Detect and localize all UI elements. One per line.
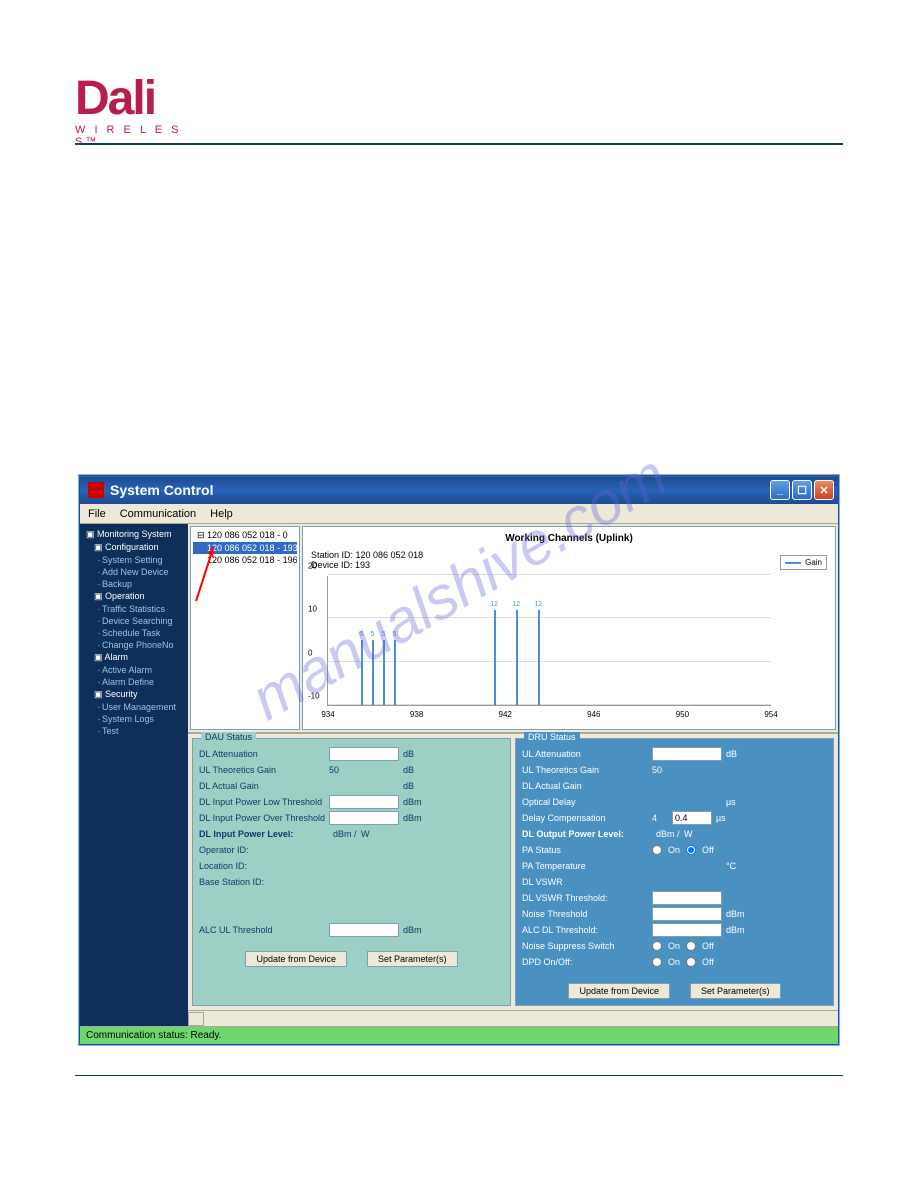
dru-alc-dl-label: ALC DL Threshold: [522, 925, 652, 935]
dru-dpd-off-radio[interactable] [686, 957, 696, 967]
dau-dl-low-input[interactable] [329, 795, 399, 809]
sidebar-system-logs[interactable]: ·System Logs [84, 713, 184, 725]
dru-optical-delay-label: Optical Delay [522, 797, 652, 807]
chart-station-id: Station ID: 120 086 052 018 [311, 550, 831, 560]
horizontal-scrollbar[interactable] [188, 1010, 838, 1026]
dru-ul-atten-input[interactable] [652, 747, 722, 761]
dru-pa-status-label: PA Status [522, 845, 652, 855]
dru-noise-off-radio[interactable] [686, 941, 696, 951]
dru-pa-on-radio[interactable] [652, 845, 662, 855]
dau-dl-over-input[interactable] [329, 811, 399, 825]
minimize-button[interactable]: _ [770, 480, 790, 500]
status-text: Communication status: Ready. [86, 1030, 221, 1041]
dru-update-button[interactable]: Update from Device [568, 983, 670, 999]
sidebar-test[interactable]: ·Test [84, 725, 184, 737]
app-window: System Control _ ☐ ✕ File Communication … [79, 475, 839, 1045]
menu-help[interactable]: Help [210, 508, 233, 520]
device-tree[interactable]: ⊟ 120 086 052 018 - 0 120 086 052 018 - … [190, 526, 300, 730]
dau-panel-title: DAU Status [201, 732, 256, 742]
dau-dl-low-label: DL Input Power Low Threshold [199, 797, 329, 807]
chart-area: Working Channels (Uplink) Station ID: 12… [302, 526, 836, 730]
dru-noise-thresh-input[interactable] [652, 907, 722, 921]
device-item[interactable]: ⊟ 120 086 052 018 - 0 [193, 529, 297, 542]
sidebar: ▣ Monitoring System ▣ Configuration ·Sys… [80, 524, 188, 1026]
chart-plot: -10010209349389429469509545555121212 [327, 576, 771, 706]
dru-dl-vswr-thresh-label: DL VSWR Threshold: [522, 893, 652, 903]
dru-noise-on-radio[interactable] [652, 941, 662, 951]
sidebar-operation[interactable]: ▣ Operation [84, 590, 184, 603]
dru-dpd-on-radio[interactable] [652, 957, 662, 967]
chart-legend: Gain [780, 555, 827, 570]
dru-dl-actual-label: DL Actual Gain [522, 781, 652, 791]
dru-noise-suppress-label: Noise Suppress Switch [522, 941, 652, 951]
sidebar-user-management[interactable]: ·User Management [84, 701, 184, 713]
sidebar-device-searching[interactable]: ·Device Searching [84, 615, 184, 627]
dau-dl-power-label: DL Input Power Level: [199, 829, 329, 839]
dru-panel: DRU Status UL AttenuationdB UL Theoretic… [515, 738, 834, 1006]
scroll-left-icon[interactable] [188, 1012, 204, 1026]
device-item[interactable]: 120 086 052 018 - 196 [193, 554, 297, 566]
dau-dl-atten-input[interactable] [329, 747, 399, 761]
sidebar-add-new-device[interactable]: ·Add New Device [84, 566, 184, 578]
dru-panel-title: DRU Status [524, 732, 580, 742]
sidebar-alarm-define[interactable]: ·Alarm Define [84, 676, 184, 688]
sidebar-change-phoneno[interactable]: ·Change PhoneNo [84, 639, 184, 651]
dau-alc-ul-input[interactable] [329, 923, 399, 937]
statusbar: Communication status: Ready. [80, 1026, 838, 1044]
dau-ul-gain-label: UL Theoretics Gain [199, 765, 329, 775]
window-title: System Control [110, 482, 770, 498]
dru-ul-gain-val: 50 [652, 765, 722, 775]
header-rule [75, 143, 843, 145]
sidebar-traffic-statistics[interactable]: ·Traffic Statistics [84, 603, 184, 615]
dru-dl-vswr-label: DL VSWR [522, 877, 652, 887]
titlebar[interactable]: System Control _ ☐ ✕ [80, 476, 838, 504]
menu-communication[interactable]: Communication [120, 508, 196, 520]
sidebar-system-setting[interactable]: ·System Setting [84, 554, 184, 566]
maximize-button[interactable]: ☐ [792, 480, 812, 500]
dru-set-button[interactable]: Set Parameter(s) [690, 983, 781, 999]
dau-update-button[interactable]: Update from Device [245, 951, 347, 967]
dru-delay-comp-val: 4 [652, 813, 672, 823]
footer-rule [75, 1075, 843, 1076]
sidebar-security[interactable]: ▣ Security [84, 688, 184, 701]
dau-dl-actual-label: DL Actual Gain [199, 781, 329, 791]
sidebar-configuration[interactable]: ▣ Configuration [84, 541, 184, 554]
chart-title: Working Channels (Uplink) [307, 533, 831, 544]
dau-ul-gain-val: 50 [329, 765, 399, 775]
sidebar-monitoring[interactable]: ▣ Monitoring System [84, 528, 184, 541]
chart-device-id: Device ID: 193 [311, 560, 831, 570]
dru-pa-temp-label: PA Temperature [522, 861, 652, 871]
dau-alc-ul-label: ALC UL Threshold [199, 925, 329, 935]
device-item-selected[interactable]: 120 086 052 018 - 193 [193, 542, 297, 554]
menu-file[interactable]: File [88, 508, 106, 520]
close-button[interactable]: ✕ [814, 480, 834, 500]
logo-sub: W I R E L E S S™ [75, 124, 185, 148]
dru-alc-dl-input[interactable] [652, 923, 722, 937]
sidebar-backup[interactable]: ·Backup [84, 578, 184, 590]
sidebar-schedule-task[interactable]: ·Schedule Task [84, 627, 184, 639]
menubar: File Communication Help [80, 504, 838, 524]
dau-dl-atten-label: DL Attenuation [199, 749, 329, 759]
dau-set-button[interactable]: Set Parameter(s) [367, 951, 458, 967]
dau-panel: DAU Status DL AttenuationdB UL Theoretic… [192, 738, 511, 1006]
dru-delay-comp-input[interactable] [672, 811, 712, 825]
dru-dpd-label: DPD On/Off: [522, 957, 652, 967]
dru-dl-vswr-thresh-input[interactable] [652, 891, 722, 905]
dru-dl-output-label: DL Output Power Level: [522, 829, 652, 839]
dau-location-id-label: Location ID: [199, 861, 329, 871]
dau-base-station-label: Base Station ID: [199, 877, 329, 887]
dau-dl-over-label: DL Input Power Over Threshold [199, 813, 329, 823]
dru-noise-thresh-label: Noise Threshold [522, 909, 652, 919]
sidebar-active-alarm[interactable]: ·Active Alarm [84, 664, 184, 676]
dru-pa-off-radio[interactable] [686, 845, 696, 855]
app-icon [88, 482, 104, 498]
logo-brand: Dali [75, 80, 185, 118]
dru-ul-gain-label: UL Theoretics Gain [522, 765, 652, 775]
logo: Dali W I R E L E S S™ [75, 80, 185, 135]
dru-ul-atten-label: UL Attenuation [522, 749, 652, 759]
sidebar-alarm[interactable]: ▣ Alarm [84, 651, 184, 664]
dru-delay-comp-label: Delay Compensation [522, 813, 652, 823]
dau-operator-id-label: Operator ID: [199, 845, 329, 855]
